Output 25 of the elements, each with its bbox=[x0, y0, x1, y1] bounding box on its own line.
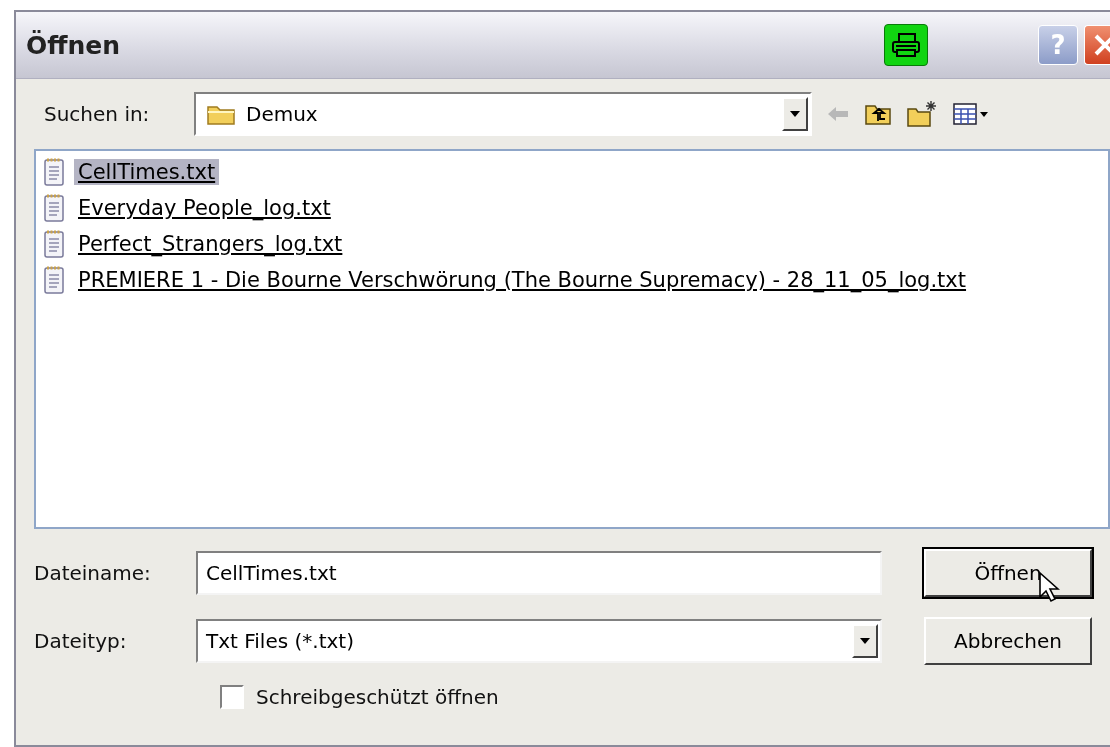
file-type-label: Dateityp: bbox=[34, 629, 128, 653]
text-file-icon bbox=[42, 229, 66, 259]
file-item[interactable]: PREMIERE 1 - Die Bourne Verschwörung (The Bourne Supremacy) - 28_11_05_log.txt bbox=[74, 267, 971, 293]
file-item[interactable]: Everyday People_log.txt bbox=[74, 195, 335, 221]
look-in-dropdown[interactable]: Demux bbox=[194, 92, 812, 136]
file-name-label: Dateiname: bbox=[34, 561, 152, 585]
cancel-button[interactable]: Abbrechen bbox=[924, 617, 1092, 665]
mouse-pointer-icon bbox=[1038, 571, 1060, 603]
view-menu-icon[interactable] bbox=[952, 102, 990, 126]
look-in-value: Demux bbox=[246, 102, 319, 126]
text-file-icon bbox=[42, 157, 66, 187]
printer-icon[interactable] bbox=[884, 24, 928, 66]
file-item[interactable]: CellTimes.txt bbox=[74, 159, 220, 185]
file-type-dropdown[interactable]: Txt Files (*.txt) bbox=[196, 619, 882, 663]
file-item[interactable]: Perfect_Strangers_log.txt bbox=[74, 231, 347, 257]
text-file-icon bbox=[42, 193, 66, 223]
new-folder-icon[interactable] bbox=[906, 100, 938, 128]
open-button[interactable]: Öffnen bbox=[924, 549, 1092, 597]
look-in-label: Suchen in: bbox=[43, 102, 151, 126]
read-only-label: Schreibgeschützt öffnen bbox=[256, 685, 499, 709]
checkbox[interactable] bbox=[220, 685, 244, 709]
up-folder-icon[interactable] bbox=[864, 102, 892, 126]
file-name-field[interactable]: CellTimes.txt bbox=[196, 551, 882, 595]
window-title: Öffnen bbox=[26, 30, 122, 60]
text-file-icon bbox=[42, 265, 66, 295]
